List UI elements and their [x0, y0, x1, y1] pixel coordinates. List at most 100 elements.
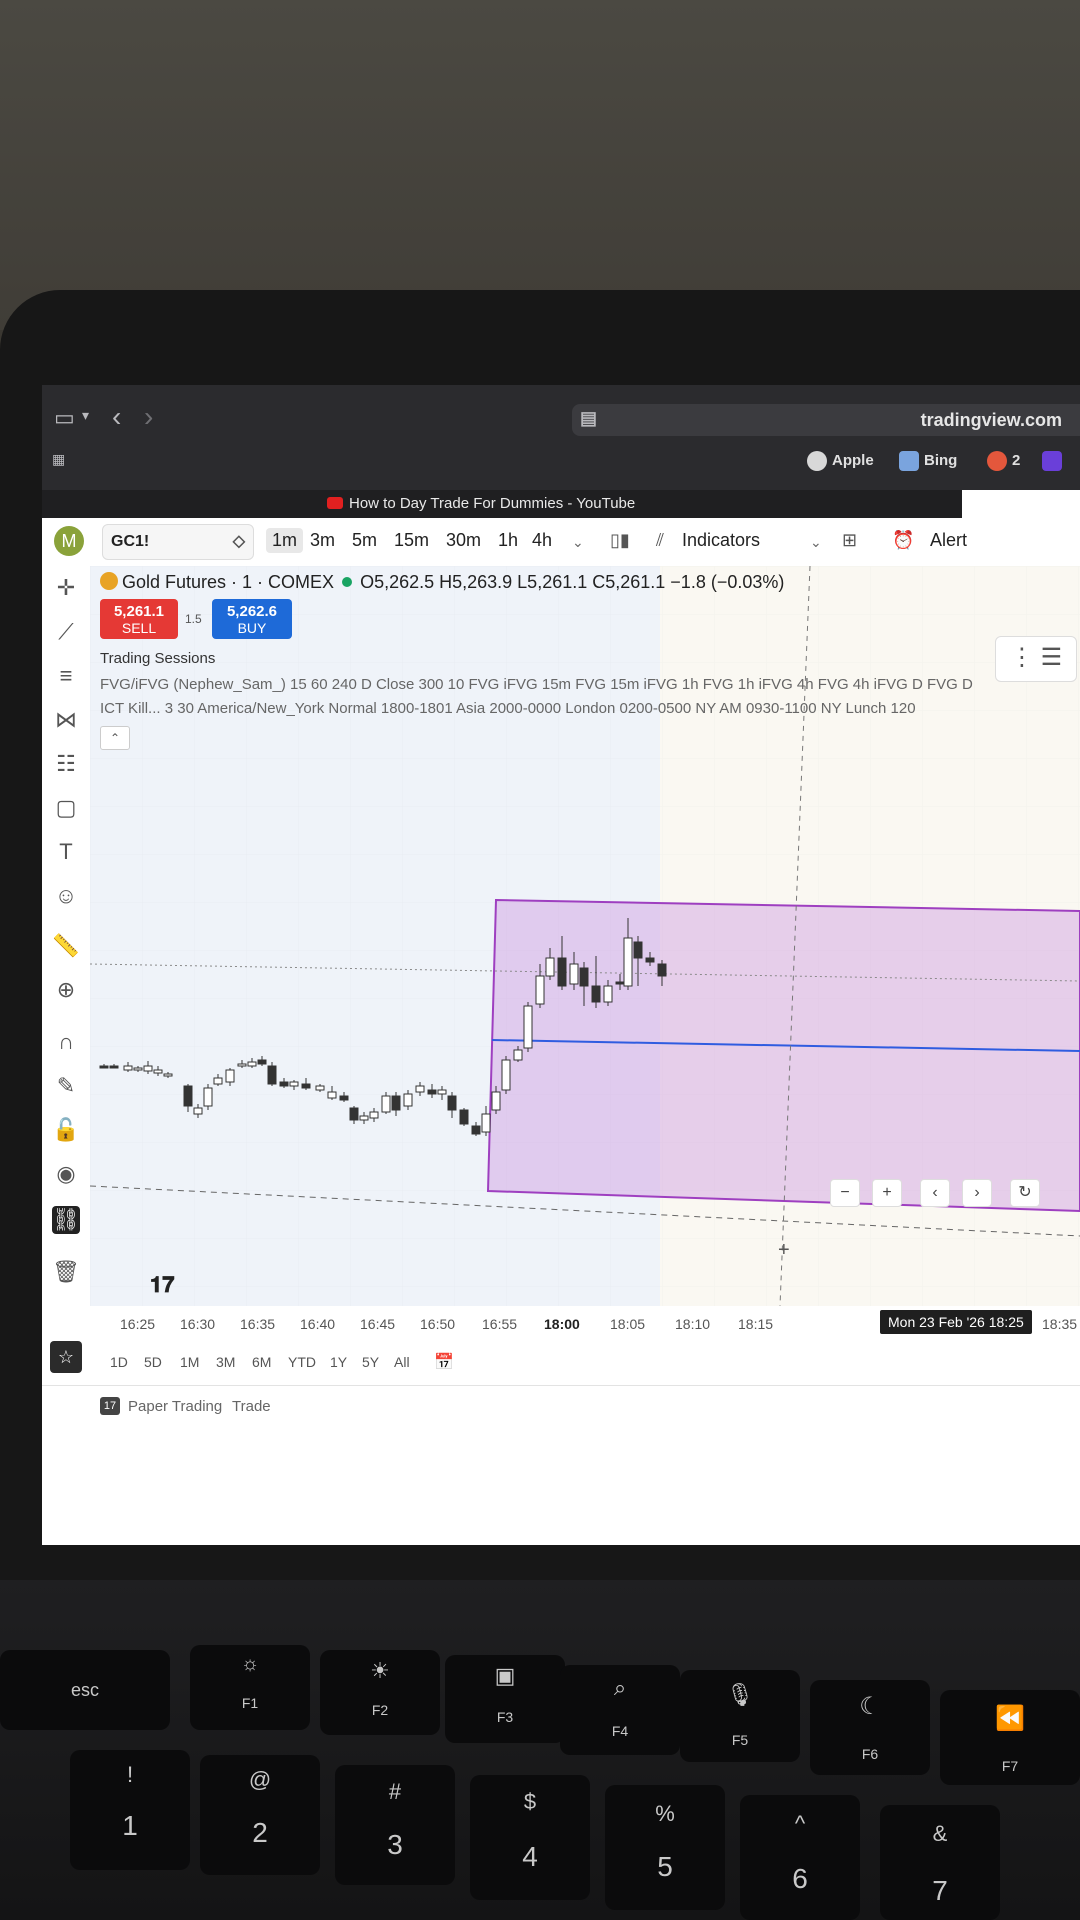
reset-chart-button[interactable]: ↻ [1010, 1179, 1040, 1207]
key-f7[interactable]: ⏪ F7 [940, 1690, 1080, 1785]
lock-icon[interactable]: 🔓 [52, 1116, 80, 1144]
back-icon[interactable]: ‹ [112, 401, 121, 433]
indicator-ict-killzones[interactable]: ICT Kill... 3 30 America/New_York Normal… [100, 700, 916, 717]
key-f1[interactable]: ☼ F1 [190, 1645, 310, 1730]
alert-button[interactable]: Alert [930, 530, 967, 551]
key-2[interactable]: @2 [200, 1755, 320, 1875]
chevron-down-icon[interactable]: ▾ [82, 407, 89, 424]
tf-30m[interactable]: 30m [446, 530, 481, 551]
key-f4[interactable]: ⌕ F4 [560, 1665, 680, 1755]
range-1y[interactable]: 1Y [330, 1354, 347, 1370]
chevron-down-icon[interactable]: ⌄ [810, 534, 822, 551]
magnet-icon[interactable]: ∩ [52, 1028, 80, 1056]
range-1d[interactable]: 1D [110, 1354, 128, 1370]
favorite-label: Apple [832, 451, 874, 469]
avatar[interactable]: M [54, 526, 84, 556]
time-axis[interactable]: 16:25 16:30 16:35 16:40 16:45 16:50 16:5… [90, 1306, 1080, 1346]
buy-button[interactable]: 5,262.6 BUY [212, 599, 292, 639]
key-6[interactable]: ^ 6 [740, 1795, 860, 1920]
tf-3m[interactable]: 3m [310, 530, 335, 551]
collapse-indicators-button[interactable]: ⌃ [100, 726, 130, 750]
favorite-apple[interactable]: Apple [807, 451, 874, 471]
symbol-search[interactable]: GC1! ◇ [102, 524, 254, 560]
key-f3[interactable]: ▣ F3 [445, 1655, 565, 1743]
star-icon[interactable]: ☆ [50, 1341, 82, 1373]
object-tree-button[interactable]: ⋮ ☰ [995, 636, 1077, 682]
favorite-bing[interactable]: Bing [899, 451, 957, 471]
address-bar[interactable]: ▤ tradingview.com [572, 404, 1080, 436]
zoom-in-icon[interactable]: ⊕ [52, 976, 80, 1004]
trade-tab[interactable]: Trade [232, 1398, 271, 1415]
prediction-icon[interactable]: ☷ [52, 750, 80, 778]
key-f5[interactable]: 🎙 F5 [680, 1670, 800, 1762]
range-5y[interactable]: 5Y [362, 1354, 379, 1370]
indicators-button[interactable]: Indicators [682, 530, 760, 551]
range-5d[interactable]: 5D [144, 1354, 162, 1370]
eye-icon[interactable]: ◉ [52, 1160, 80, 1188]
tf-4h[interactable]: 4h [532, 530, 552, 551]
fib-icon[interactable]: ≡ [52, 662, 80, 690]
emoji-icon[interactable]: ☺ [52, 882, 80, 910]
chevron-down-icon[interactable]: ⌄ [572, 534, 584, 551]
keyboard: esc ☼ F1 ☀ F2 ▣ F3 ⌕ F4 🎙 F5 ☾ F6 ⏪ F7 ! 1 @2 #3… [0, 1580, 1080, 1920]
favorite-google[interactable]: 2 [987, 451, 1020, 471]
candle [289, 1081, 299, 1087]
diamond-icon[interactable]: ◇ [233, 531, 245, 551]
key-4[interactable]: $4 [470, 1775, 590, 1900]
tf-1m[interactable]: 1m [266, 528, 304, 553]
goto-date-icon[interactable]: 📅 [434, 1352, 454, 1372]
fvg-box[interactable] [486, 898, 1080, 1213]
tab-youtube[interactable]: How to Day Trade For Dummies - YouTube [42, 490, 962, 518]
sell-button[interactable]: 5,261.1 SELL [100, 599, 178, 639]
trash-icon[interactable]: 🗑 [52, 1258, 80, 1286]
ruler-icon[interactable]: 📏 [52, 932, 80, 960]
forward-icon[interactable]: › [144, 401, 153, 433]
trendline-icon[interactable]: ⟋ [52, 618, 80, 646]
indicators-icon[interactable]: ⫽ [656, 530, 664, 551]
time-label: 16:55 [482, 1316, 518, 1332]
key-5[interactable]: % 5 [605, 1785, 725, 1910]
pattern-icon[interactable]: ⋈ [52, 706, 80, 734]
layouts-icon[interactable]: ⊞ [842, 530, 857, 551]
range-3m[interactable]: 3M [216, 1354, 235, 1370]
paper-trading-tab[interactable]: Paper Trading [128, 1398, 222, 1415]
zoom-in-button[interactable]: + [872, 1179, 902, 1207]
grid-icon[interactable]: ▦ [52, 451, 65, 468]
indicator-trading-sessions[interactable]: Trading Sessions [100, 650, 215, 667]
candle [327, 1091, 337, 1099]
key-f6[interactable]: ☾ F6 [810, 1680, 930, 1775]
sell-price: 5,261.1 [113, 603, 165, 620]
candles-icon[interactable]: ▯▮ [610, 530, 630, 551]
zoom-out-button[interactable]: − [830, 1179, 860, 1207]
indicator-fvg[interactable]: FVG/iFVG (Nephew_Sam_) 15 60 240 D Close… [100, 676, 973, 693]
tf-1h[interactable]: 1h [498, 530, 518, 551]
key-esc[interactable]: esc [0, 1650, 170, 1730]
range-all[interactable]: All [394, 1354, 410, 1370]
key-3[interactable]: #3 [335, 1765, 455, 1885]
scroll-right-button[interactable]: › [962, 1179, 992, 1207]
tf-15m[interactable]: 15m [394, 530, 429, 551]
chart-pane[interactable]: + Gold Futures · 1 · COMEX O5,262.5 H5,26… [90, 566, 1080, 1306]
favorite-extra[interactable] [1042, 451, 1067, 471]
key-1[interactable]: ! 1 [70, 1750, 190, 1870]
candle [247, 1061, 257, 1067]
scroll-left-button[interactable]: ‹ [920, 1179, 950, 1207]
pencil-lock-icon[interactable]: ✎ [52, 1072, 80, 1100]
range-6m[interactable]: 6M [252, 1354, 271, 1370]
range-ytd[interactable]: YTD [288, 1354, 316, 1370]
alarm-icon[interactable]: ⏰ [892, 530, 914, 551]
sell-label: SELL [121, 620, 157, 636]
range-1m[interactable]: 1M [180, 1354, 199, 1370]
key-f2[interactable]: ☀ F2 [320, 1650, 440, 1735]
range-selector: 1D 5D 1M 3M 6M YTD 1Y 5Y All 📅 [90, 1346, 1080, 1382]
tf-5m[interactable]: 5m [352, 530, 377, 551]
key-7[interactable]: & 7 [880, 1805, 1000, 1920]
drawing-toolbar: ✛ ⟋ ≡ ⋈ ☷ ▢ T ☺ 📏 ⊕ ∩ ✎ 🔓 ◉ ⛓ 🗑 [42, 566, 91, 1306]
link-icon[interactable]: ⛓ [52, 1206, 80, 1234]
crosshair-icon[interactable]: ✛ [52, 574, 80, 602]
shape-icon[interactable]: ▢ [52, 794, 80, 822]
text-icon[interactable]: T [52, 838, 80, 866]
candle [579, 967, 589, 987]
candle [535, 975, 545, 1005]
sidebar-toggle-icon[interactable]: ▭ [54, 405, 75, 431]
